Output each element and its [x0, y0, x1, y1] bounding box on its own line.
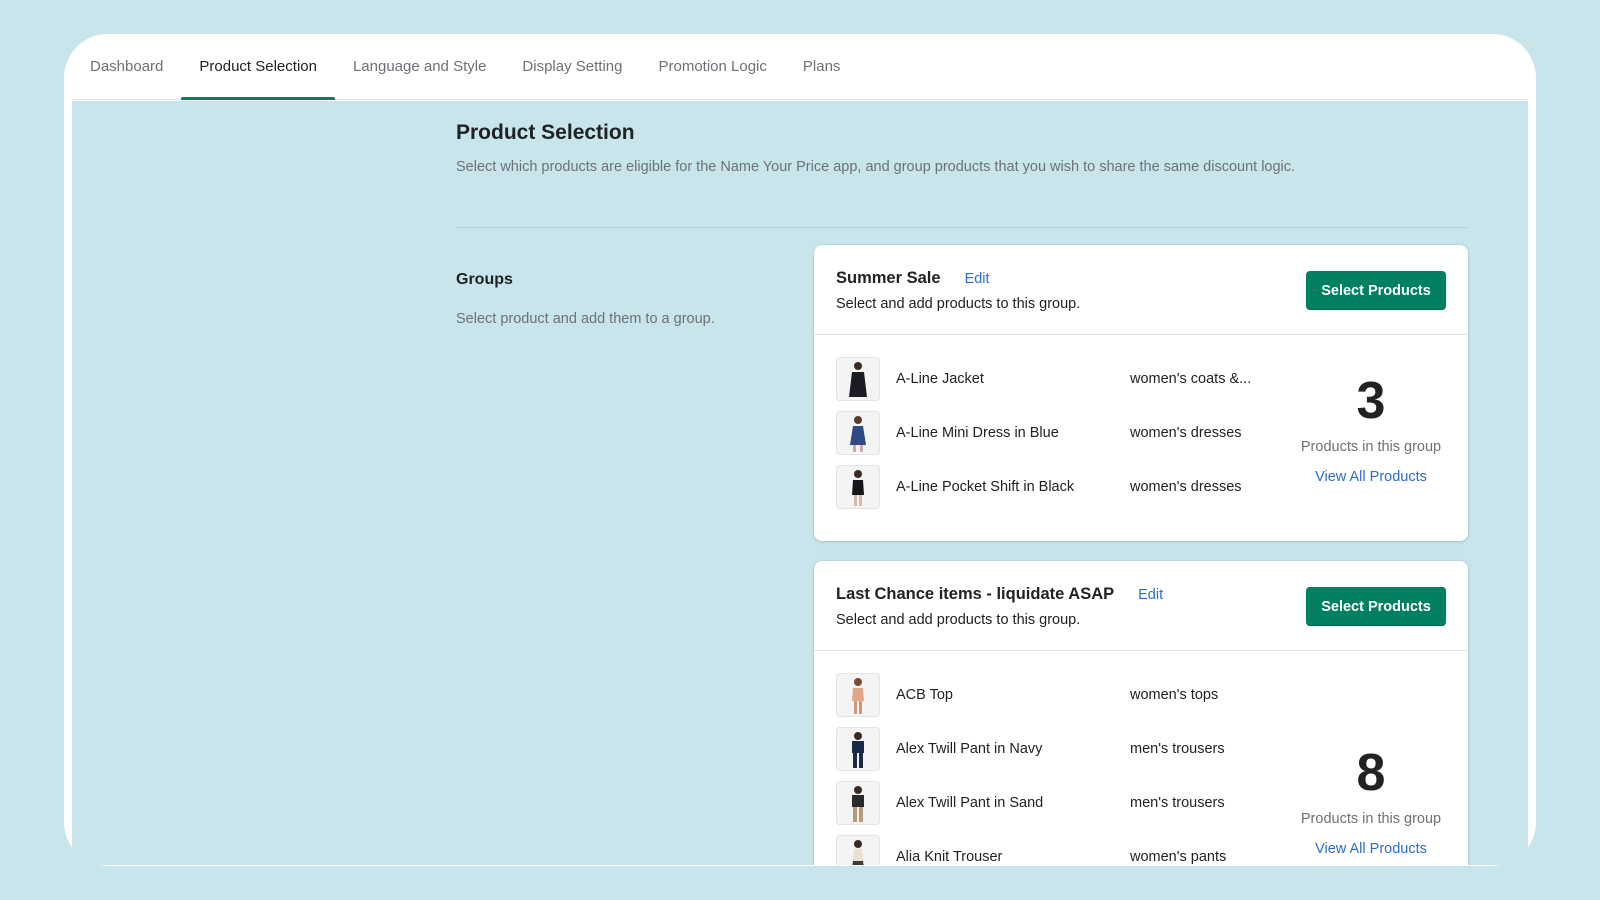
edit-group-link[interactable]: Edit [1138, 587, 1163, 603]
groups-title: Groups [456, 271, 513, 288]
group-card-summer-sale: Summer Sale Edit Select and add products… [814, 245, 1468, 541]
product-thumbnail [836, 465, 880, 509]
group-count: 3 Products in this group View All Produc… [1296, 375, 1446, 485]
groups-section: Groups Select product and add them to a … [456, 271, 756, 327]
tab-promotion-logic[interactable]: Promotion Logic [640, 34, 784, 99]
select-products-button[interactable]: Select Products [1306, 587, 1446, 626]
product-count-label: Products in this group [1300, 439, 1442, 455]
product-type: women's pants [1130, 849, 1227, 865]
tab-language-and-style[interactable]: Language and Style [335, 34, 504, 99]
section-divider [456, 227, 1468, 228]
product-thumbnail [836, 781, 880, 825]
group-product-list: A-Line Jacket women's coats &... A-Line … [814, 335, 1468, 509]
group-card-header: Last Chance items - liquidate ASAP Edit … [814, 561, 1468, 651]
group-product-list: ACB Top women's tops Alex Twill Pant in … [814, 651, 1468, 865]
group-title: Last Chance items - liquidate ASAP [836, 585, 1115, 603]
product-row: ACB Top women's tops [836, 673, 1446, 717]
product-name: ACB Top [896, 687, 953, 703]
page-title: Product Selection [456, 121, 635, 144]
product-thumbnail [836, 673, 880, 717]
group-title: Summer Sale [836, 269, 941, 287]
product-name: A-Line Pocket Shift in Black [896, 479, 1075, 495]
product-thumbnail [836, 727, 880, 771]
main-content: Product Selection Select which products … [72, 101, 1528, 865]
product-name: Alex Twill Pant in Navy [896, 741, 1043, 757]
product-type: men's trousers [1130, 741, 1225, 757]
product-count: 8 [1356, 744, 1386, 802]
product-name: A-Line Mini Dress in Blue [896, 425, 1059, 441]
product-name: A-Line Jacket [896, 371, 984, 387]
view-all-products-link[interactable]: View All Products [1296, 469, 1446, 485]
product-name: Alex Twill Pant in Sand [896, 795, 1044, 811]
product-type: women's coats &... [1130, 371, 1252, 387]
tab-display-setting[interactable]: Display Setting [504, 34, 640, 99]
product-thumbnail [836, 357, 880, 401]
tab-bar: Dashboard Product Selection Language and… [72, 34, 1528, 100]
tab-dashboard[interactable]: Dashboard [72, 34, 181, 99]
group-count: 8 Products in this group View All Produc… [1296, 747, 1446, 857]
group-card-last-chance: Last Chance items - liquidate ASAP Edit … [814, 561, 1468, 865]
group-card-header: Summer Sale Edit Select and add products… [814, 245, 1468, 335]
app-window: Dashboard Product Selection Language and… [64, 34, 1536, 866]
page-description: Select which products are eligible for t… [456, 159, 1296, 175]
tab-product-selection[interactable]: Product Selection [181, 34, 335, 100]
product-type: men's trousers [1130, 795, 1225, 811]
product-type: women's dresses [1130, 479, 1242, 495]
product-count: 3 [1356, 372, 1386, 430]
groups-description: Select product and add them to a group. [456, 311, 715, 327]
tab-plans[interactable]: Plans [785, 34, 859, 99]
product-count-label: Products in this group [1300, 811, 1442, 827]
page-header: Product Selection Select which products … [456, 121, 1468, 175]
view-all-products-link[interactable]: View All Products [1296, 841, 1446, 857]
product-thumbnail [836, 411, 880, 455]
product-type: women's tops [1130, 687, 1219, 703]
edit-group-link[interactable]: Edit [965, 271, 990, 287]
product-thumbnail [836, 835, 880, 865]
product-name: Alia Knit Trouser [896, 849, 1003, 865]
product-type: women's dresses [1130, 425, 1242, 441]
select-products-button[interactable]: Select Products [1306, 271, 1446, 310]
